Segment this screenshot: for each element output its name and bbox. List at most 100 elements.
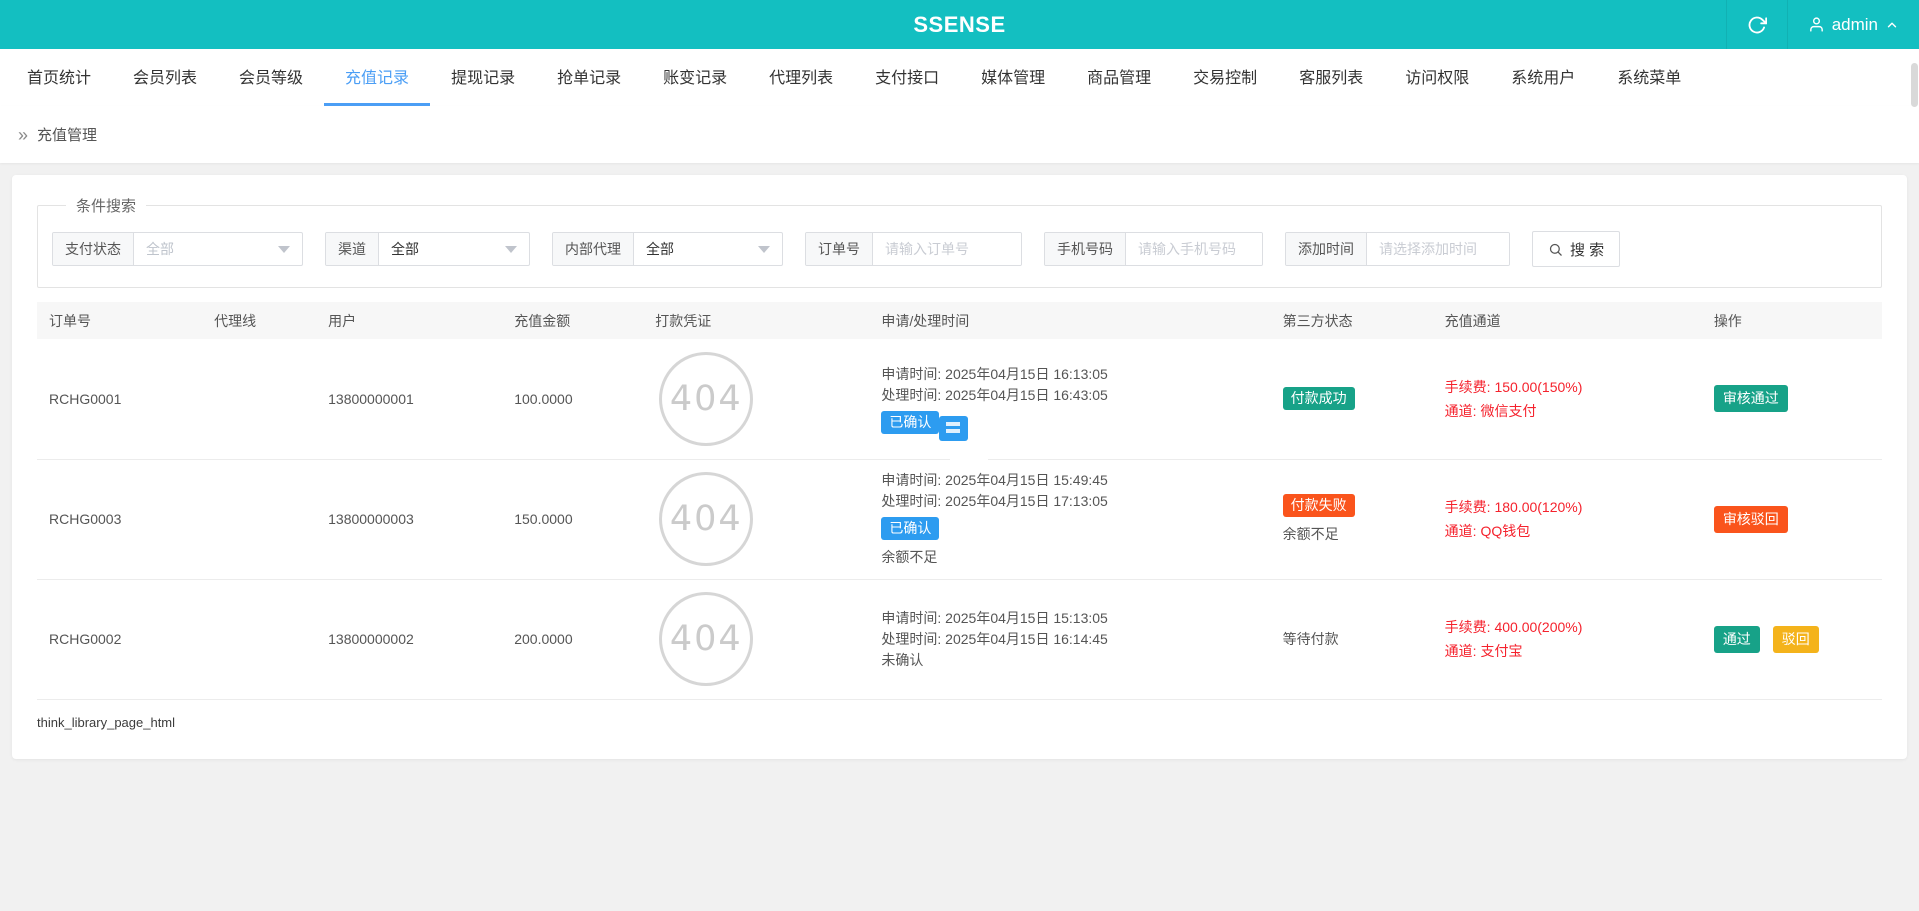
tab-home-stats[interactable]: 首页统计 [6, 49, 112, 106]
tab-customer-service[interactable]: 客服列表 [1278, 49, 1384, 106]
channel-line: 通道: QQ钱包 [1444, 523, 1531, 539]
col-amount: 充值金额 [514, 312, 571, 329]
chevron-up-icon [1885, 18, 1899, 32]
apply-time: 申请时间: 2025年04月15日 15:13:05 [881, 609, 1108, 626]
tab-trade-control[interactable]: 交易控制 [1172, 49, 1278, 106]
payment-proof-image[interactable]: 404 [659, 472, 754, 566]
order-no: RCHG0002 [49, 631, 122, 647]
order-no: RCHG0001 [49, 390, 122, 407]
tab-member-list[interactable]: 会员列表 [112, 49, 218, 106]
scrollbar-thumb[interactable] [1910, 63, 1918, 107]
agent-line [202, 459, 316, 579]
tab-system-users[interactable]: 系统用户 [1490, 49, 1596, 106]
caret-down-icon [278, 245, 290, 253]
payment-proof-image[interactable]: 404 [659, 351, 754, 446]
col-agent-line: 代理线 [214, 312, 257, 329]
tooltip-artifact [939, 416, 969, 441]
breadcrumb-label: 充值管理 [37, 127, 98, 144]
user-phone: 13800000003 [328, 511, 414, 527]
filter-add-time-label: 添加时间 [1286, 233, 1367, 265]
filter-channel-label: 渠道 [326, 233, 379, 265]
unconfirmed-text: 未确认 [881, 651, 924, 668]
col-time: 申请/处理时间 [881, 312, 970, 329]
third-status-badge: 付款失败 [1282, 494, 1355, 517]
table-row: RCHG0001 13800000001 100.0000 404 申请时间: … [37, 339, 1882, 469]
breadcrumb: » 充值管理 [0, 106, 1919, 163]
username: admin [1831, 14, 1878, 34]
order-no-input[interactable] [873, 233, 1021, 265]
agent-line [202, 339, 316, 459]
order-no: RCHG0003 [49, 511, 122, 527]
tab-recharge-records[interactable]: 充值记录 [324, 49, 431, 106]
content-card: 条件搜索 支付状态 全部 渠道 全部 内部代理 全部 订单号 请输入订单号 手机… [12, 175, 1907, 759]
search-icon [1548, 242, 1563, 257]
popup-artifact [950, 443, 989, 469]
vertical-scrollbar [1909, 49, 1919, 911]
tab-agent-list[interactable]: 代理列表 [748, 49, 854, 106]
third-status-badge: 付款成功 [1282, 387, 1355, 411]
add-time-input[interactable] [1367, 233, 1509, 265]
filter-channel: 渠道 全部 [325, 232, 530, 266]
search-legend: 条件搜索 [76, 198, 137, 215]
tab-order-grab-records[interactable]: 抢单记录 [536, 49, 642, 106]
recharge-amount: 100.0000 [514, 390, 573, 407]
fee-line: 手续费: 180.00(120%) [1444, 499, 1583, 515]
tab-withdraw-records[interactable]: 提现记录 [430, 49, 536, 106]
table-row: RCHG0003 13800000003 150.0000 404 申请时间: … [37, 459, 1882, 579]
table-row: RCHG0002 13800000002 200.0000 404 申请时间: … [37, 579, 1882, 699]
filter-order-no-label: 订单号 [806, 233, 873, 265]
filter-pay-status: 支付状态 全部 [52, 232, 303, 266]
channel-select[interactable]: 全部 [379, 233, 529, 265]
internal-agent-select[interactable]: 全部 [634, 233, 782, 265]
refresh-icon [1747, 15, 1767, 35]
time-cell: 申请时间: 2025年04月15日 16:13:05 处理时间: 2025年04… [869, 339, 1270, 469]
user-phone: 13800000002 [328, 631, 414, 647]
time-cell: 申请时间: 2025年04月15日 15:13:05 处理时间: 2025年04… [869, 579, 1270, 699]
process-time: 处理时间: 2025年04月15日 16:14:45 [881, 630, 1108, 647]
app-title: SSENSE [913, 11, 1006, 37]
tab-product-management[interactable]: 商品管理 [1066, 49, 1172, 106]
recharge-table: 订单号 代理线 用户 充值金额 打款凭证 申请/处理时间 第三方状态 充值通道 … [37, 302, 1882, 700]
time-cell: 申请时间: 2025年04月15日 15:49:45 处理时间: 2025年04… [869, 459, 1270, 579]
tab-access-permission[interactable]: 访问权限 [1384, 49, 1490, 106]
caret-down-icon [505, 245, 517, 253]
recharge-amount: 150.0000 [514, 511, 573, 527]
channel-cell: 手续费: 150.00(150%) 通道: 微信支付 [1433, 339, 1702, 459]
payment-proof-image[interactable]: 404 [659, 592, 754, 686]
process-time: 处理时间: 2025年04月15日 16:43:05 [881, 386, 1108, 403]
col-proof: 打款凭证 [655, 312, 712, 329]
pay-status-select[interactable]: 全部 [134, 233, 302, 265]
confirmed-badge: 已确认 [881, 517, 940, 540]
process-time: 处理时间: 2025年04月15日 17:13:05 [881, 493, 1108, 509]
col-actions: 操作 [1713, 312, 1742, 329]
refresh-button[interactable] [1725, 0, 1787, 49]
filter-phone: 手机号码 [1044, 232, 1263, 266]
phone-input[interactable] [1126, 233, 1262, 265]
filter-phone-label: 手机号码 [1045, 233, 1126, 265]
main-nav: 首页统计 会员列表 会员等级 充值记录 提现记录 抢单记录 账变记录 代理列表 … [0, 49, 1919, 106]
tab-payment-interface[interactable]: 支付接口 [854, 49, 960, 106]
search-fieldset: 条件搜索 支付状态 全部 渠道 全部 内部代理 全部 订单号 请输入订单号 手机… [37, 195, 1882, 288]
tab-balance-change-records[interactable]: 账变记录 [642, 49, 748, 106]
main-area: 条件搜索 支付状态 全部 渠道 全部 内部代理 全部 订单号 请输入订单号 手机… [0, 163, 1919, 759]
apply-time: 申请时间: 2025年04月15日 15:49:45 [881, 472, 1108, 488]
search-button[interactable]: 搜 索 [1532, 231, 1621, 267]
third-status-note: 余额不足 [1282, 526, 1339, 542]
tab-system-menu[interactable]: 系统菜单 [1596, 49, 1702, 106]
channel-cell: 手续费: 180.00(120%) 通道: QQ钱包 [1433, 459, 1702, 579]
tab-member-level[interactable]: 会员等级 [218, 49, 324, 106]
channel-line: 通道: 支付宝 [1444, 643, 1523, 659]
channel-line: 通道: 微信支付 [1444, 402, 1537, 419]
user-icon [1808, 16, 1825, 33]
pass-button[interactable]: 通过 [1713, 625, 1760, 653]
reject-button[interactable]: 审核驳回 [1713, 505, 1788, 533]
agent-line [202, 579, 316, 699]
apply-time: 申请时间: 2025年04月15日 16:13:05 [881, 365, 1108, 382]
channel-cell: 手续费: 400.00(200%) 通道: 支付宝 [1433, 579, 1702, 699]
approve-button[interactable]: 审核通过 [1713, 385, 1788, 413]
tab-media-management[interactable]: 媒体管理 [960, 49, 1066, 106]
caret-down-icon [758, 245, 770, 253]
user-menu[interactable]: admin [1786, 0, 1919, 49]
revoke-button[interactable]: 驳回 [1772, 625, 1819, 653]
breadcrumb-caret-icon: » [18, 124, 29, 145]
